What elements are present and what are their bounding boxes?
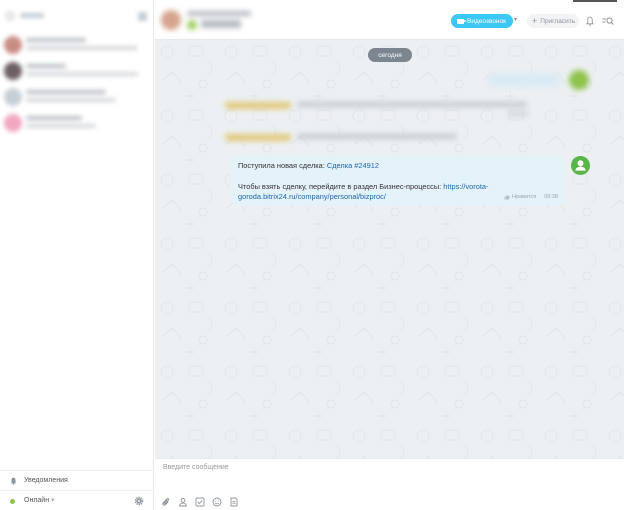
video-call-label: Видеозвонок xyxy=(467,17,506,25)
avatar xyxy=(4,36,22,54)
pencil-icon[interactable] xyxy=(138,12,147,21)
message-list[interactable]: сегодня Поступила новая сделка: Сделка #… xyxy=(155,40,624,458)
deal-link[interactable]: Сделка #24912 xyxy=(327,161,379,170)
avatar xyxy=(569,70,589,90)
message-author xyxy=(225,102,291,109)
search-icon[interactable] xyxy=(602,16,614,26)
message-time xyxy=(507,112,529,116)
plus-icon: + xyxy=(532,16,538,26)
sidebar-footer: Уведомления Онлайн ▾ xyxy=(0,470,154,510)
recent-chat-item[interactable] xyxy=(0,110,154,136)
recent-list xyxy=(0,32,154,136)
avatar xyxy=(4,62,22,80)
message-text: Поступила новая сделка: xyxy=(238,161,327,170)
message-input[interactable]: Введите сообщение xyxy=(163,464,229,471)
list-item xyxy=(26,46,138,50)
window-edge xyxy=(573,0,617,2)
recent-chat-item[interactable] xyxy=(0,84,154,110)
avatar xyxy=(161,10,181,30)
camera-icon xyxy=(457,18,467,24)
checkbox-icon[interactable] xyxy=(195,497,205,507)
message-composer[interactable]: Введите сообщение xyxy=(155,458,624,510)
document-icon[interactable] xyxy=(229,497,239,507)
list-item xyxy=(26,98,116,102)
gear-icon[interactable] xyxy=(134,496,144,506)
paperclip-icon[interactable] xyxy=(161,497,171,507)
message-bubble: Поступила новая сделка: Сделка #24912 Чт… xyxy=(231,156,564,206)
bell-icon[interactable] xyxy=(585,16,595,26)
search-icon xyxy=(6,12,14,20)
list-item xyxy=(26,38,86,42)
like-button[interactable]: Нравится xyxy=(504,192,536,203)
recent-search[interactable] xyxy=(0,6,154,30)
list-item xyxy=(26,64,66,68)
notifications-label: Уведомления xyxy=(24,477,68,484)
smile-icon[interactable] xyxy=(212,497,222,507)
message-blurred xyxy=(221,128,471,148)
recent-chat-item[interactable] xyxy=(0,32,154,58)
list-item xyxy=(26,124,96,128)
message-text xyxy=(297,102,527,107)
avatar[interactable] xyxy=(571,156,590,175)
list-item xyxy=(26,72,138,76)
list-item xyxy=(26,90,106,94)
search-input[interactable] xyxy=(20,13,44,18)
chat-subtitle xyxy=(201,20,241,28)
message-line-1: Поступила новая сделка: Сделка #24912 xyxy=(238,161,557,172)
thumbs-up-icon xyxy=(504,194,510,200)
message-author xyxy=(225,134,291,141)
composer-toolbar xyxy=(161,497,239,507)
like-label: Нравится xyxy=(511,193,537,200)
avatar xyxy=(4,88,22,106)
message-blurred xyxy=(487,70,595,92)
invite-button[interactable]: + Пригласить xyxy=(527,14,579,28)
user-icon xyxy=(575,160,586,171)
status-selector[interactable]: Онлайн ▾ xyxy=(0,490,154,510)
user-icon[interactable] xyxy=(178,497,188,507)
list-item xyxy=(26,116,82,120)
message-text: Чтобы взять сделку, перейдите в раздел Б… xyxy=(238,181,444,191)
message-blurred xyxy=(221,96,539,122)
notifications-item[interactable]: Уведомления xyxy=(0,470,154,490)
chevron-down-icon[interactable]: ▾ xyxy=(51,496,55,504)
video-call-button[interactable]: Видеозвонок xyxy=(451,14,513,28)
sidebar: Уведомления Онлайн ▾ xyxy=(0,0,154,510)
chat-header: Видеозвонок ▾ + Пригласить xyxy=(155,0,624,40)
chat-title-area[interactable] xyxy=(161,8,271,34)
status-label: Онлайн xyxy=(24,497,50,504)
date-separator: сегодня xyxy=(368,48,412,62)
message-text xyxy=(297,134,457,139)
message-meta: Нравится 09:38 xyxy=(504,192,558,203)
chevron-down-icon[interactable]: ▾ xyxy=(514,16,517,23)
bell-icon xyxy=(10,477,17,485)
status-dot xyxy=(10,499,15,504)
message-time: 09:38 xyxy=(544,193,558,200)
chat-title xyxy=(187,11,251,16)
avatar xyxy=(187,20,197,30)
invite-label: Пригласить xyxy=(540,17,576,25)
message-bubble xyxy=(487,72,561,88)
recent-chat-item[interactable] xyxy=(0,58,154,84)
avatar xyxy=(4,114,22,132)
